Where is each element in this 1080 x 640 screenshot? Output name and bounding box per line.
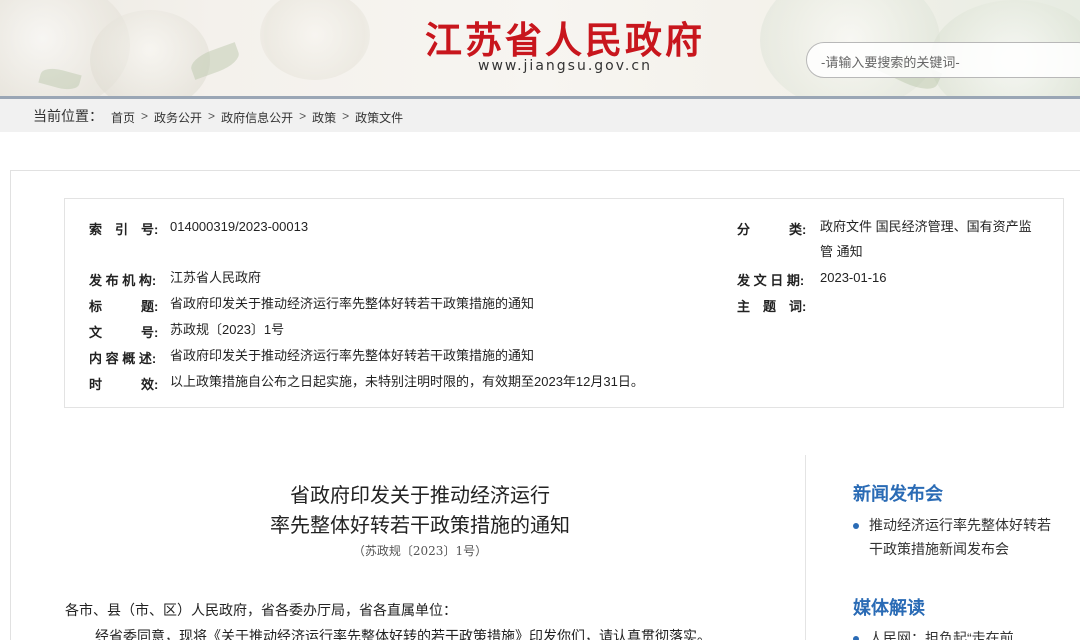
meta-docno-key: 文 号: — [89, 325, 159, 340]
breadcrumb-link-policy[interactable]: 政策 — [312, 109, 336, 126]
bullet-icon — [853, 523, 859, 529]
breadcrumb-separator: > — [141, 109, 149, 123]
breadcrumb-separator: > — [342, 109, 350, 123]
meta-index-key: 索 引 号: — [89, 222, 159, 237]
meta-date-value: 2023-01-16 — [820, 270, 887, 285]
meta-summary-key: 内 容 概 述: — [89, 351, 157, 366]
breadcrumb-link-info-disclosure[interactable]: 政府信息公开 — [221, 109, 293, 126]
sidebar-link-media-interpretation[interactable]: 人民网：担负起“走在前 — [853, 626, 1063, 640]
document-title-line1: 省政府印发关于推动经济运行 — [290, 483, 550, 507]
meta-index-value: 014000319/2023-00013 — [170, 219, 309, 234]
meta-issuer-key: 发 布 机 构: — [89, 273, 157, 288]
document-body: 各市、县（市、区）人民政府，省各委办厅局，省各直属单位： 经省委同意，现将《关于… — [65, 597, 765, 640]
document-title-line2: 率先整体好转若干政策措施的通知 — [270, 513, 570, 537]
meta-title-value: 省政府印发关于推动经济运行率先整体好转若干政策措施的通知 — [170, 296, 535, 311]
header-banner: 江苏省人民政府 www.jiangsu.gov.cn -请输入要搜索的关键词- — [0, 0, 1080, 96]
meta-category-value-line2: 管 通知 — [820, 244, 863, 259]
breadcrumb-separator: > — [208, 109, 216, 123]
breadcrumb-separator: > — [299, 109, 307, 123]
document-paragraph: 经省委同意，现将《关于推动经济运行率先整体好转的若干政策措施》印发你们，请认真贯… — [95, 628, 711, 640]
meta-summary-value: 省政府印发关于推动经济运行率先整体好转若干政策措施的通知 — [170, 348, 535, 363]
sidebar-link-press-conference[interactable]: 推动经济运行率先整体好转若干政策措施新闻发布会 — [853, 513, 1063, 561]
bullet-icon — [853, 636, 859, 640]
sidebar-heading-media-interpretation: 媒体解读 — [853, 598, 925, 618]
meta-category-value-line1: 政府文件 国民经济管理、国有资产监 — [820, 219, 1032, 234]
breadcrumb-label: 当前位置： — [33, 108, 103, 124]
document-salutation: 各市、县（市、区）人民政府，省各委办厅局，省各直属单位： — [65, 602, 457, 618]
meta-date-key: 发 文 日 期: — [737, 273, 805, 288]
meta-category-value: 政府文件 国民经济管理、国有资产监 管 通知 — [820, 214, 1060, 264]
breadcrumb-link-gov-affairs[interactable]: 政务公开 — [154, 109, 202, 126]
meta-docno-value: 苏政规〔2023〕1号 — [170, 322, 285, 337]
meta-validity-value: 以上政策措施自公布之日起实施，未特别注明时限的，有效期至2023年12月31日。 — [170, 374, 644, 389]
column-divider — [805, 455, 806, 640]
sidebar-heading-press-conference: 新闻发布会 — [853, 484, 943, 504]
document-metadata: 索 引 号: 014000319/2023-00013 分 类: 政府文件 国民… — [64, 198, 1064, 408]
meta-category-key: 分 类: — [737, 222, 807, 237]
search-input[interactable]: -请输入要搜索的关键词- — [806, 42, 1080, 78]
sidebar-link-media-interpretation-text[interactable]: 人民网：担负起“走在前 — [869, 630, 1014, 640]
meta-subject-key: 主 题 词: — [737, 299, 807, 314]
breadcrumb: 当前位置： 首页 > 政务公开 > 政府信息公开 > 政策 > 政策文件 — [0, 96, 1080, 132]
sidebar-link-press-conference-text[interactable]: 推动经济运行率先整体好转若干政策措施新闻发布会 — [869, 517, 1051, 557]
breadcrumb-items: 首页 > 政务公开 > 政府信息公开 > 政策 > 政策文件 — [111, 109, 403, 126]
meta-title-key: 标 题: — [89, 299, 159, 314]
document-title: 省政府印发关于推动经济运行 率先整体好转若干政策措施的通知 — [180, 480, 660, 540]
breadcrumb-link-policy-docs[interactable]: 政策文件 — [355, 109, 403, 126]
meta-issuer-value: 江苏省人民政府 — [170, 270, 262, 285]
breadcrumb-link-home[interactable]: 首页 — [111, 109, 135, 126]
document-number: （苏政规〔2023〕1号） — [352, 544, 488, 558]
meta-validity-key: 时 效: — [89, 377, 159, 392]
